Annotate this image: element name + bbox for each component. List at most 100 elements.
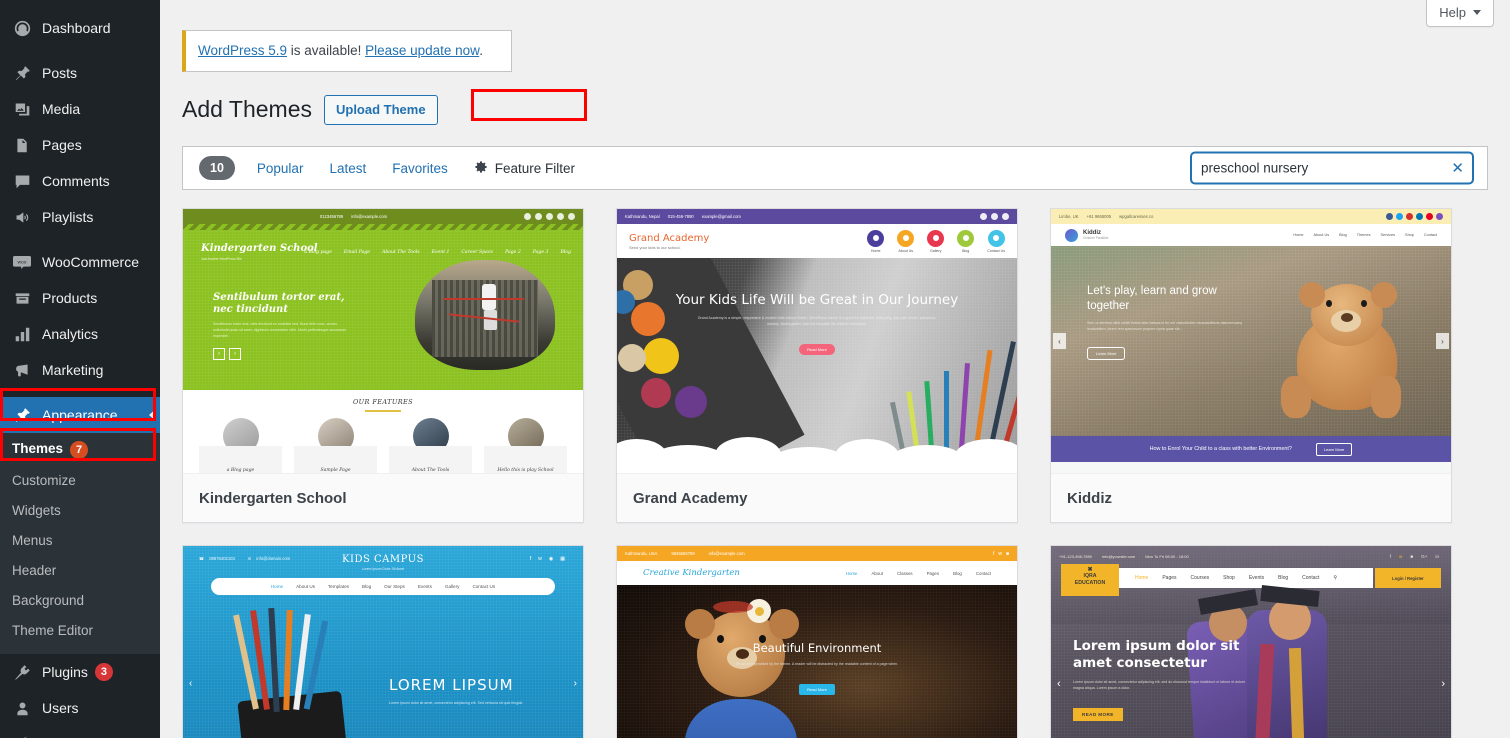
sidebar-item-posts[interactable]: Posts: [0, 55, 160, 91]
mini-logo-mark: [1065, 229, 1078, 242]
search-input[interactable]: [1191, 153, 1473, 184]
mini-cta-button[interactable]: Read More: [799, 684, 835, 695]
mini-cta-button[interactable]: READ MORE: [1073, 708, 1123, 721]
mini-cta-button[interactable]: Read More: [799, 344, 835, 355]
menu-separator: [0, 46, 160, 55]
mini-logo-line2: EDUCATION: [1061, 580, 1119, 587]
mini-nav-link: Email Page: [344, 250, 370, 255]
upload-theme-button[interactable]: Upload Theme: [324, 95, 438, 125]
sidebar-item-label: Media: [42, 99, 80, 119]
mini-topbar: 0123456789 info@example.com: [183, 209, 583, 224]
mini-topbar-email: example@gmail.com: [702, 214, 741, 219]
sidebar-item-comments[interactable]: Comments: [0, 163, 160, 199]
sidebar-item-label: Plugins: [42, 662, 88, 682]
users-icon: [10, 698, 34, 718]
theme-screenshot: +91-123-456-7890 info@yoursite.com Mon T…: [1051, 546, 1451, 738]
theme-name: Kiddiz: [1051, 474, 1451, 522]
mini-nav-link: Contact Us: [472, 584, 495, 589]
sidebar-item-tools[interactable]: Tools: [0, 726, 160, 738]
sidebar-item-customize[interactable]: Customize: [0, 466, 160, 496]
sidebar-item-header[interactable]: Header: [0, 556, 160, 586]
theme-card[interactable]: Kathmandu, Nepal 015-456-7890 example@gm…: [616, 208, 1018, 523]
carousel-prev-icon[interactable]: ‹: [189, 678, 192, 689]
sidebar-item-products[interactable]: Products: [0, 280, 160, 316]
theme-count-badge: 10: [199, 156, 235, 180]
sidebar-item-theme-editor[interactable]: Theme Editor: [0, 616, 160, 646]
mini-nav-link: Career Space: [461, 250, 493, 255]
tab-latest[interactable]: Latest: [329, 161, 366, 176]
mini-nav-link: Blog: [953, 571, 962, 576]
theme-screenshot: ☎ 08876402103 ✉ info@domain.com KIDS CAM…: [183, 546, 583, 738]
mini-nav-link: Blog: [1278, 575, 1288, 581]
sidebar-item-plugins[interactable]: Plugins 3: [0, 654, 160, 690]
mini-feature-label: About The Tools: [412, 468, 450, 473]
carousel-next-icon[interactable]: ›: [1441, 678, 1445, 690]
mini-logo-sub: Just Another WordPress Site: [201, 257, 318, 261]
sidebar-item-users[interactable]: Users: [0, 690, 160, 726]
carousel-prev-icon[interactable]: ‹: [1057, 678, 1061, 690]
feature-filter-button[interactable]: Feature Filter: [474, 160, 575, 177]
sidebar-item-menus[interactable]: Menus: [0, 526, 160, 556]
close-icon[interactable]: ✕: [1451, 161, 1464, 176]
mini-nav-link: Blog: [1339, 233, 1347, 237]
sidebar-item-widgets[interactable]: Widgets: [0, 496, 160, 526]
sidebar-item-pages[interactable]: Pages: [0, 127, 160, 163]
mini-nav-link: Home: [271, 584, 283, 589]
sidebar-item-appearance[interactable]: Appearance: [0, 397, 160, 433]
mini-logo: Grand Academy: [629, 233, 709, 244]
mini-nav-link: Classes: [897, 571, 913, 576]
carousel-next-icon[interactable]: ›: [574, 678, 577, 689]
help-button[interactable]: Help: [1426, 0, 1494, 27]
sidebar-item-analytics[interactable]: Analytics: [0, 316, 160, 352]
mini-logo-sub: Lorem Ipsum Dolor Sit Amet: [183, 567, 583, 571]
mini-body: Grand Academy is a simple, responsive & …: [693, 316, 941, 328]
tab-popular[interactable]: Popular: [257, 161, 304, 176]
theme-card[interactable]: Limbe, UK +91 9865005 wpgallcaresses.co: [1050, 208, 1452, 523]
mini-nav-link: Events: [418, 584, 432, 589]
mini-nav-link: About: [872, 571, 883, 576]
mini-topbar-phone: +91-123-456-7890: [1059, 554, 1092, 559]
search-icon[interactable]: ⚲: [1333, 575, 1337, 581]
theme-card[interactable]: ☎ 08876402103 ✉ info@domain.com KIDS CAM…: [182, 545, 584, 738]
mini-nav-link: Contact: [976, 571, 991, 576]
mini-nav-link: Blog: [962, 249, 969, 253]
twitter-icon: [535, 213, 542, 220]
mini-nav-link: Blog: [560, 250, 571, 255]
sidebar-item-marketing[interactable]: Marketing: [0, 352, 160, 388]
media-icon: [10, 99, 34, 119]
sidebar-item-themes[interactable]: Themes7: [0, 433, 160, 466]
analytics-icon: [10, 324, 34, 344]
carousel-next-icon[interactable]: ›: [229, 348, 241, 360]
sidebar-item-playlists[interactable]: Playlists: [0, 199, 160, 235]
mini-nav-link: Services: [1380, 233, 1395, 237]
mini-banner-cta[interactable]: Learn More: [1316, 443, 1352, 456]
appearance-submenu: Themes7 Customize Widgets Menus Header B…: [0, 433, 160, 654]
facebook-icon: f: [993, 551, 994, 557]
mini-nav-link: Contact: [1302, 575, 1319, 581]
sidebar-item-woocommerce[interactable]: woo WooCommerce: [0, 244, 160, 280]
facebook-icon: f: [1390, 554, 1391, 559]
sidebar-item-media[interactable]: Media: [0, 91, 160, 127]
youtube-icon: [1406, 213, 1413, 220]
menu-separator: [0, 235, 160, 244]
wordpress-version-link[interactable]: WordPress 5.9: [198, 43, 287, 58]
carousel-prev-icon[interactable]: ‹: [1053, 333, 1066, 349]
sidebar-item-background[interactable]: Background: [0, 586, 160, 616]
theme-card[interactable]: Kathmandu, USA 9845656789 info@example.c…: [616, 545, 1018, 738]
mini-login-button[interactable]: Login / Register: [1375, 568, 1441, 588]
instagram-icon: [546, 213, 553, 220]
theme-card[interactable]: 0123456789 info@example.com: [182, 208, 584, 523]
tab-favorites[interactable]: Favorites: [392, 161, 448, 176]
mini-cta-button[interactable]: Learn More: [1087, 347, 1125, 360]
mini-topbar-email: info@yoursite.com: [1102, 554, 1135, 559]
sidebar-item-dashboard[interactable]: Dashboard: [0, 10, 160, 46]
theme-card[interactable]: +91-123-456-7890 info@yoursite.com Mon T…: [1050, 545, 1452, 738]
mini-nav-link: Gallery: [930, 249, 941, 253]
feature-filter-label: Feature Filter: [495, 161, 575, 176]
carousel-prev-icon[interactable]: ‹: [213, 348, 225, 360]
mini-nav-link: Event 1: [432, 250, 450, 255]
page-title-row: Add Themes Upload Theme: [182, 93, 1510, 127]
mini-nav-link: About Us: [1314, 233, 1330, 237]
update-now-link[interactable]: Please update now: [365, 43, 479, 58]
carousel-next-icon[interactable]: ›: [1436, 333, 1449, 349]
